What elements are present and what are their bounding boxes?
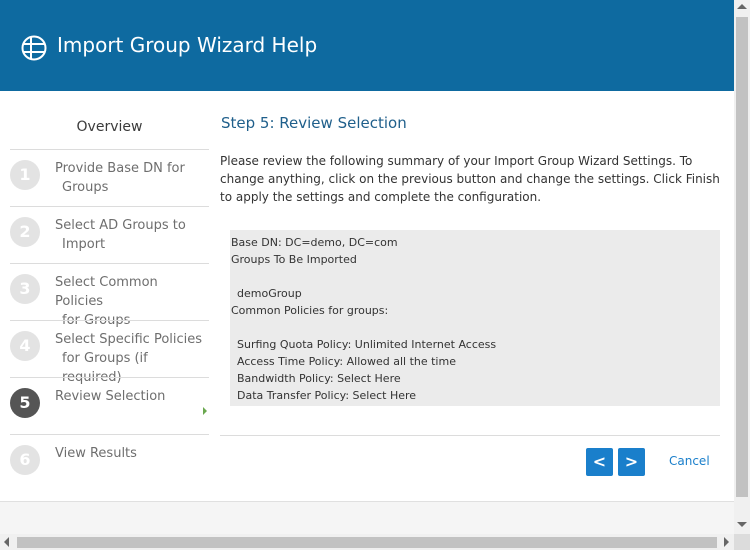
scroll-up-arrow-icon[interactable] [737,4,747,9]
step-number-badge: 6 [10,445,40,475]
sidebar-step-4[interactable]: 4 Select Specific Policies for Groups (i… [10,320,209,385]
step-label: Review Selection [55,387,207,406]
step-number-badge: 3 [10,274,40,304]
sidebar-step-5[interactable]: 5 Review Selection [10,377,209,434]
summary-policy-access-time: Access Time Policy: Allowed all the time [237,355,456,368]
vertical-scroll-thumb[interactable] [736,17,748,497]
step-label-line2: Groups [62,180,109,195]
horizontal-scrollbar[interactable] [0,534,734,550]
sidebar-step-3[interactable]: 3 Select Common Policies for Groups [10,263,209,328]
sidebar-step-1[interactable]: 1 Provide Base DN for Groups [10,149,209,206]
globe-icon [21,35,47,61]
step-number-badge: 2 [10,217,40,247]
step-number-badge: 4 [10,331,40,361]
sidebar-step-2[interactable]: 2 Select AD Groups to Import [10,206,209,263]
step-label-line1: Select Common Policies [55,275,158,309]
scroll-left-arrow-icon[interactable] [4,537,9,547]
step-title: Step 5: Review Selection [221,114,407,132]
step-label: Provide Base DN for Groups [55,159,207,197]
step-label: View Results [55,444,207,463]
previous-button[interactable]: < [586,448,613,476]
content-area: Overview 1 Provide Base DN for Groups 2 … [0,91,734,501]
summary-policy-surfing-quota: Surfing Quota Policy: Unlimited Internet… [237,338,497,351]
step-number-badge: 1 [10,160,40,190]
footer-bar [0,501,734,534]
header-bar: Import Group Wizard Help [0,0,734,91]
summary-groups-heading: Groups To Be Imported [231,253,357,266]
step-intro-text: Please review the following summary of y… [220,154,720,204]
page-title: Import Group Wizard Help [57,33,318,57]
step-number-badge: 5 [10,388,40,418]
scrollbar-corner [734,534,750,550]
step-label: Select AD Groups to Import [55,216,207,254]
summary-policy-bandwidth: Bandwidth Policy: Select Here [237,372,401,385]
scroll-right-arrow-icon[interactable] [724,537,729,547]
step-label-line1: Provide Base DN for [55,161,185,176]
scroll-down-arrow-icon[interactable] [737,522,747,527]
current-step-arrow-icon [203,407,207,415]
summary-group-name: demoGroup [237,287,302,300]
cancel-link[interactable]: Cancel [669,454,710,468]
summary-policies-heading: Common Policies for groups: [231,304,389,317]
step-label-line1: Review Selection [55,389,166,404]
sidebar-step-6[interactable]: 6 View Results [10,434,209,491]
step-label-line1: Select Specific Policies [55,332,203,347]
summary-base-dn: Base DN: DC=demo, DC=com [231,236,398,249]
next-button[interactable]: > [618,448,645,476]
step-label-line2: Import [62,237,106,252]
summary-spacer [231,268,720,285]
step-label-line1: View Results [55,446,137,461]
summary-spacer [231,319,720,336]
sidebar-overview-link[interactable]: Overview [10,91,209,149]
horizontal-scroll-thumb[interactable] [17,537,717,548]
divider [220,435,720,436]
selection-summary-box: Base DN: DC=demo, DC=com Groups To Be Im… [230,230,720,406]
step-label-line1: Select AD Groups to [55,218,186,233]
vertical-scrollbar[interactable] [734,0,750,534]
summary-policy-data-transfer: Data Transfer Policy: Select Here [237,389,417,402]
wizard-steps-sidebar: Overview 1 Provide Base DN for Groups 2 … [10,91,209,491]
